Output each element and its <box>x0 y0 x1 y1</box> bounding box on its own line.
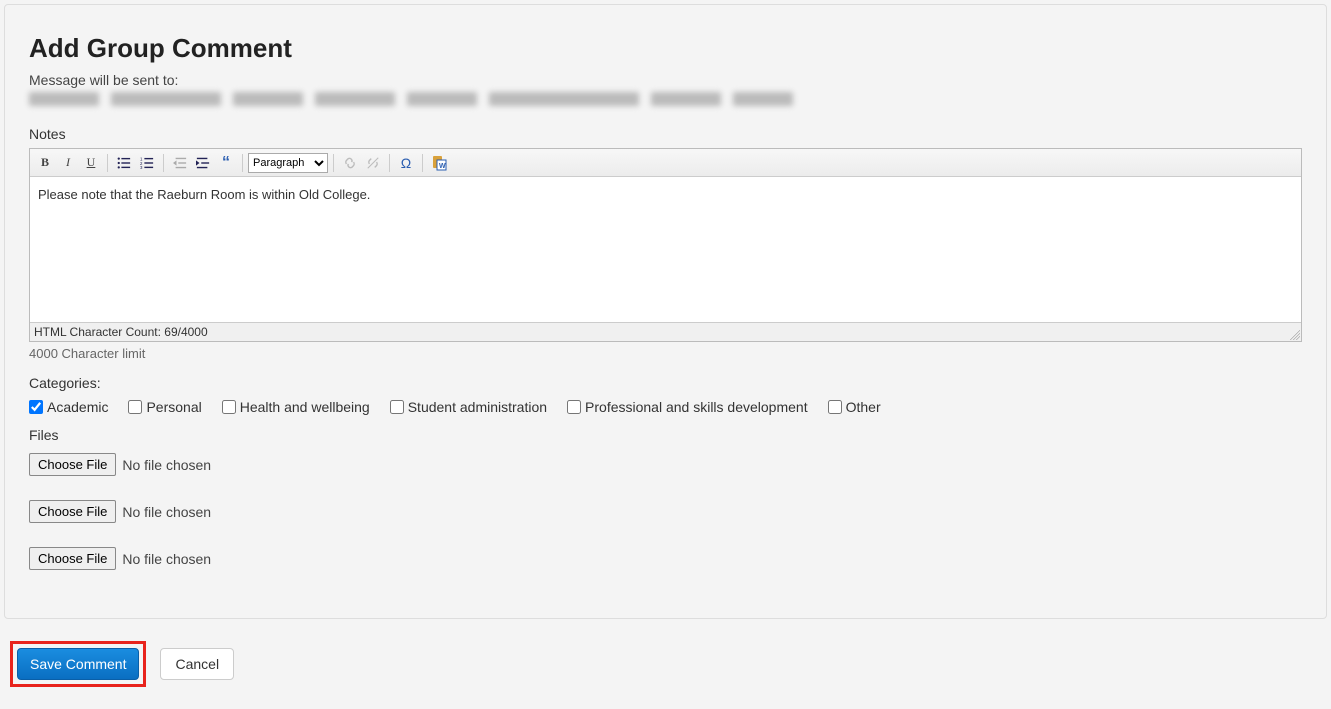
toolbar-separator <box>163 154 164 172</box>
notes-label: Notes <box>29 126 1302 142</box>
blockquote-icon[interactable]: “ <box>215 152 237 174</box>
sent-to-label: Message will be sent to: <box>29 72 1302 88</box>
choose-file-button[interactable]: Choose File <box>29 547 116 570</box>
cancel-button[interactable]: Cancel <box>160 648 234 680</box>
outdent-icon[interactable] <box>169 152 191 174</box>
indent-icon[interactable] <box>192 152 214 174</box>
special-char-icon[interactable]: Ω <box>395 152 417 174</box>
char-count-label: HTML Character Count: 69/4000 <box>34 325 208 339</box>
category-personal-checkbox[interactable] <box>128 400 142 414</box>
category-professional-checkbox[interactable] <box>567 400 581 414</box>
files-section: Files Choose File No file chosen Choose … <box>29 427 1302 570</box>
category-label: Other <box>846 399 881 415</box>
category-label: Professional and skills development <box>585 399 808 415</box>
category-label: Student administration <box>408 399 547 415</box>
file-status: No file chosen <box>122 457 211 473</box>
category-label: Personal <box>146 399 201 415</box>
save-button[interactable]: Save Comment <box>17 648 139 680</box>
unlink-icon[interactable] <box>362 152 384 174</box>
category-professional[interactable]: Professional and skills development <box>567 399 808 415</box>
toolbar-separator <box>242 154 243 172</box>
file-row: Choose File No file chosen <box>29 547 1302 570</box>
char-limit-hint: 4000 Character limit <box>29 346 1302 361</box>
category-health[interactable]: Health and wellbeing <box>222 399 370 415</box>
resize-grip[interactable] <box>1290 330 1300 340</box>
category-other-checkbox[interactable] <box>828 400 842 414</box>
category-student-admin[interactable]: Student administration <box>390 399 547 415</box>
categories-section: Categories: Academic Personal Health and… <box>29 375 1302 415</box>
category-academic[interactable]: Academic <box>29 399 108 415</box>
toolbar-separator <box>333 154 334 172</box>
paste-word-icon[interactable]: W <box>428 152 450 174</box>
files-label: Files <box>29 427 1302 443</box>
category-label: Health and wellbeing <box>240 399 370 415</box>
file-row: Choose File No file chosen <box>29 453 1302 476</box>
rich-text-editor: B I U 123 “ Paragraph <box>29 148 1302 342</box>
numbered-list-icon[interactable]: 123 <box>136 152 158 174</box>
choose-file-button[interactable]: Choose File <box>29 453 116 476</box>
editor-footer: HTML Character Count: 69/4000 <box>30 322 1301 341</box>
svg-text:3: 3 <box>140 165 143 170</box>
svg-text:W: W <box>439 163 446 170</box>
link-icon[interactable] <box>339 152 361 174</box>
category-health-checkbox[interactable] <box>222 400 236 414</box>
file-row: Choose File No file chosen <box>29 500 1302 523</box>
highlight-box: Save Comment <box>10 641 146 687</box>
add-group-comment-panel: Add Group Comment Message will be sent t… <box>4 4 1327 619</box>
bullet-list-icon[interactable] <box>113 152 135 174</box>
category-student-admin-checkbox[interactable] <box>390 400 404 414</box>
underline-icon[interactable]: U <box>80 152 102 174</box>
bold-icon[interactable]: B <box>34 152 56 174</box>
editor-toolbar: B I U 123 “ Paragraph <box>30 149 1301 177</box>
categories-label: Categories: <box>29 375 1302 391</box>
category-personal[interactable]: Personal <box>128 399 201 415</box>
file-status: No file chosen <box>122 551 211 567</box>
category-label: Academic <box>47 399 108 415</box>
action-bar: Save Comment Cancel <box>0 623 1331 709</box>
file-status: No file chosen <box>122 504 211 520</box>
category-academic-checkbox[interactable] <box>29 400 43 414</box>
editor-content[interactable]: Please note that the Raeburn Room is wit… <box>30 177 1301 322</box>
recipients-redacted <box>29 92 1302 110</box>
categories-row: Academic Personal Health and wellbeing S… <box>29 399 1302 415</box>
page-title: Add Group Comment <box>29 33 1302 64</box>
toolbar-separator <box>107 154 108 172</box>
toolbar-separator <box>422 154 423 172</box>
italic-icon[interactable]: I <box>57 152 79 174</box>
category-other[interactable]: Other <box>828 399 881 415</box>
toolbar-separator <box>389 154 390 172</box>
format-select[interactable]: Paragraph <box>248 153 328 173</box>
choose-file-button[interactable]: Choose File <box>29 500 116 523</box>
